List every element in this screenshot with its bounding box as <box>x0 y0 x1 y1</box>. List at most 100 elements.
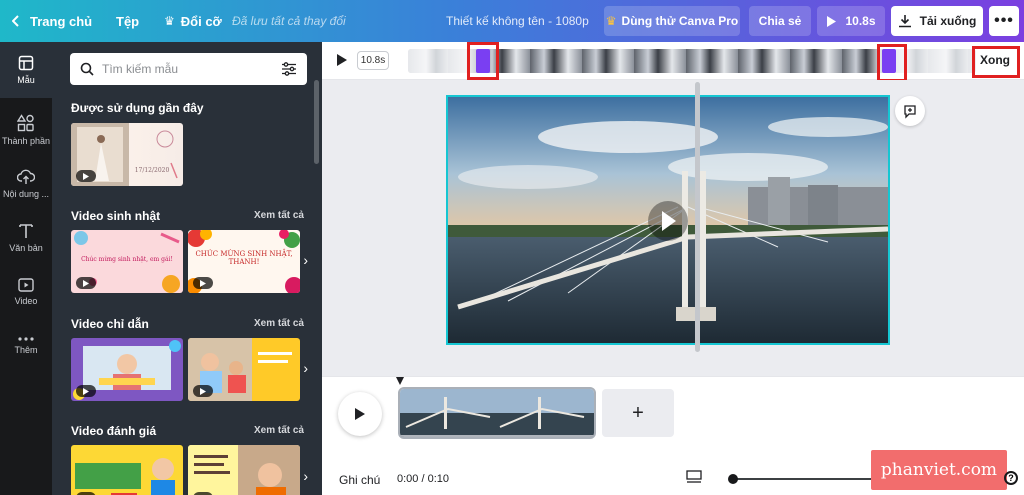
zoom-slider-track[interactable] <box>732 478 872 480</box>
home-button[interactable]: Trang chủ <box>12 14 92 29</box>
search-icon <box>80 62 94 76</box>
rail-item-text[interactable]: Văn bản <box>0 210 52 266</box>
top-bar: Trang chủ Tệp ♛ Đổi cỡ Đã lưu tất cả tha… <box>0 0 1024 42</box>
see-all-birthday[interactable]: Xem tất cả <box>254 210 304 221</box>
rail-label: Thêm <box>14 345 38 355</box>
template-thumb-birthday-1[interactable]: Chúc mừng sinh nhật, em gái! <box>71 230 183 293</box>
trim-duration: 10.8s <box>357 51 389 70</box>
template-thumb-review-1[interactable] <box>71 445 183 495</box>
add-clip-button[interactable]: + <box>602 389 674 437</box>
elements-icon <box>17 114 34 132</box>
rail-item-more[interactable]: Thêm <box>0 318 52 374</box>
clip-thumbnail-image <box>400 389 594 437</box>
try-pro-button[interactable]: ♛ Dùng thử Canva Pro <box>604 6 740 36</box>
video-badge-icon <box>76 385 96 397</box>
template-icon <box>18 55 34 71</box>
template-search[interactable] <box>70 53 307 85</box>
section-title-recent: Được sử dụng gần đây <box>71 101 204 115</box>
template-thumb-birthday-2[interactable]: CHÚC MỪNG SINH NHẬT, THANH! <box>188 230 300 293</box>
section-title-birthday: Video sinh nhật <box>71 209 161 223</box>
rail-item-templates[interactable]: Mẫu <box>0 42 52 98</box>
play-icon <box>827 15 837 27</box>
pro-label: Dùng thử Canva Pro <box>621 14 739 28</box>
template-thumb-review-2[interactable] <box>188 445 300 495</box>
text-icon <box>19 224 33 238</box>
filter-icon[interactable] <box>281 61 297 77</box>
notes-button[interactable]: Ghi chú <box>339 473 380 487</box>
thumb-caption: 17/12/2020 <box>134 167 170 174</box>
search-input[interactable] <box>102 55 272 83</box>
thumb-caption: Chúc mừng sinh nhật, em gái! <box>81 256 173 263</box>
video-badge-icon <box>193 385 213 397</box>
timeline-clip[interactable] <box>398 387 596 439</box>
highlight-box-end <box>877 44 907 82</box>
help-button[interactable]: ? <box>1004 471 1018 485</box>
template-thumb-tutorial-1[interactable] <box>71 338 183 401</box>
crown-icon: ♛ <box>605 14 617 28</box>
download-icon <box>898 15 911 28</box>
download-button[interactable]: Tải xuống <box>891 6 983 36</box>
download-label: Tải xuống <box>919 14 977 28</box>
timecode: 0:00 / 0:10 <box>397 473 449 485</box>
section-title-review: Video đánh giá <box>71 424 157 438</box>
video-frame[interactable] <box>446 95 890 345</box>
chevron-right-icon[interactable]: › <box>303 360 308 376</box>
panel-scrollbar[interactable] <box>314 80 319 164</box>
timeline-play-button[interactable] <box>338 392 382 436</box>
zoom-slider-knob[interactable] <box>728 474 738 484</box>
play-duration-label: 10.8s <box>845 14 876 28</box>
template-thumb-recent[interactable]: 17/12/2020 <box>71 123 183 186</box>
rail-item-video[interactable]: Video <box>0 264 52 320</box>
upload-icon <box>17 169 35 184</box>
resize-button[interactable]: ♛ Đổi cỡ <box>164 14 222 29</box>
rail-label: Video <box>14 296 38 306</box>
rail-label: Văn bản <box>9 243 43 253</box>
playhead-marker[interactable] <box>396 377 404 385</box>
play-icon[interactable] <box>336 53 348 67</box>
chevron-right-icon[interactable]: › <box>303 468 308 484</box>
video-badge-icon <box>193 277 213 289</box>
bridge-video-image <box>448 97 888 343</box>
watermark-logo: phanviet.com <box>871 450 1007 490</box>
rail-label: Thành phần <box>1 136 51 146</box>
done-button[interactable]: Xong <box>980 53 1010 67</box>
more-icon <box>18 337 34 341</box>
canvas-area <box>322 80 1024 376</box>
video-icon <box>18 278 34 292</box>
rail-item-elements[interactable]: Thành phần <box>0 102 52 158</box>
play-icon <box>355 408 365 420</box>
review-photo-graphic <box>188 445 300 495</box>
highlight-box-start <box>467 42 499 80</box>
more-options-button[interactable]: ••• <box>989 6 1019 36</box>
video-badge-icon <box>76 170 96 182</box>
file-label: Tệp <box>116 13 140 29</box>
rail-label: Nội dung ... <box>2 189 50 199</box>
canvas-scrollbar[interactable] <box>695 82 700 352</box>
chevron-left-icon <box>12 15 19 27</box>
review-graphic <box>75 458 175 495</box>
file-menu[interactable]: Tệp <box>116 14 139 29</box>
trim-toolbar: 10.8s Xong <box>322 42 1024 82</box>
comment-add-icon <box>904 105 916 119</box>
crown-icon: ♛ <box>164 14 175 28</box>
share-button[interactable]: Chia sẻ <box>749 6 811 36</box>
see-all-tutorial[interactable]: Xem tất cả <box>254 318 304 329</box>
rail-label: Mẫu <box>17 75 35 85</box>
video-badge-icon <box>76 277 96 289</box>
template-thumb-tutorial-2[interactable] <box>188 338 300 401</box>
save-status: Đã lưu tất cả thay đổi <box>232 14 346 28</box>
thumb-caption: CHÚC MỪNG SINH NHẬT, THANH! <box>195 250 293 266</box>
see-all-review[interactable]: Xem tất cả <box>254 425 304 436</box>
side-rail: Mẫu Thành phần Nội dung ... Văn bản Vide… <box>0 42 52 495</box>
rail-item-uploads[interactable]: Nội dung ... <box>0 156 52 212</box>
templates-panel: Được sử dụng gần đây 17/12/2020 Video si… <box>52 42 322 495</box>
section-title-tutorial: Video chỉ dẫn <box>71 317 149 331</box>
design-title[interactable]: Thiết kế không tên - 1080p <box>446 14 589 28</box>
add-comment-button[interactable] <box>895 96 925 126</box>
home-label: Trang chủ <box>30 13 93 29</box>
trim-selection <box>478 49 892 73</box>
chevron-right-icon[interactable]: › <box>303 252 308 268</box>
resize-label: Đổi cỡ <box>180 13 222 29</box>
present-play-button[interactable]: 10.8s <box>817 6 885 36</box>
grid-view-icon[interactable] <box>686 470 702 484</box>
